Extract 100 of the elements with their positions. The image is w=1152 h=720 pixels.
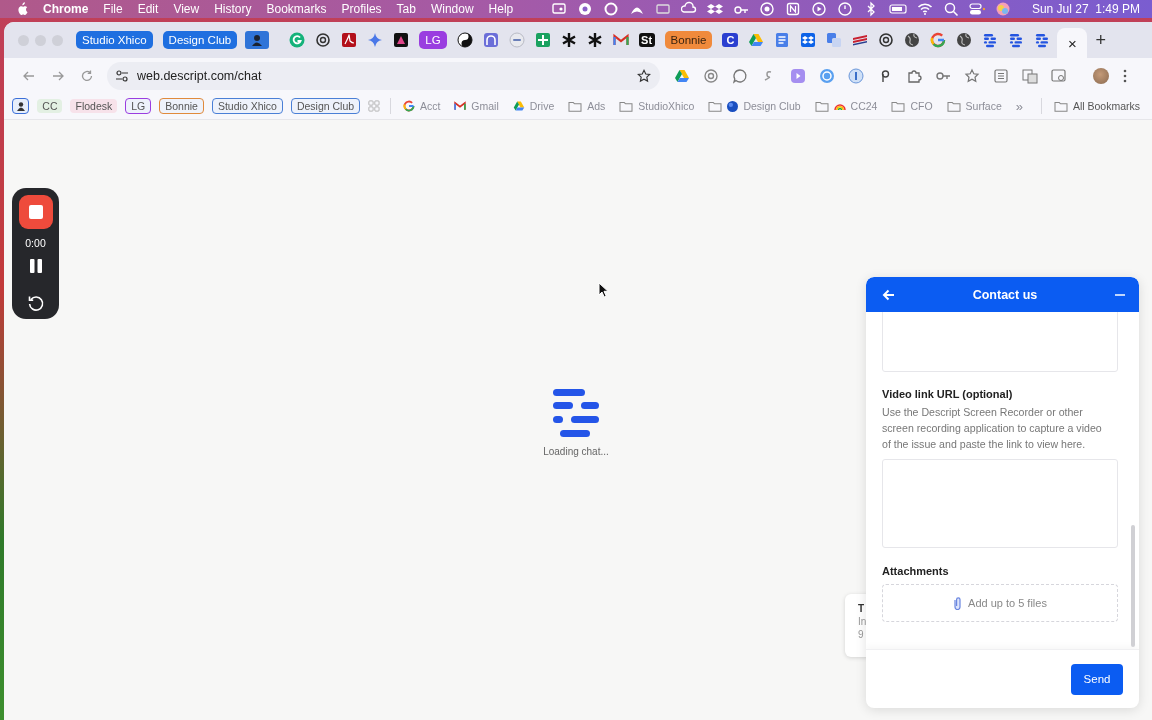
bookmark-chip[interactable]: Design Club — [290, 98, 361, 114]
address-bar[interactable]: web.descript.com/chat — [107, 61, 660, 90]
notification-text: T — [858, 602, 866, 615]
bookmark-link[interactable]: Ads — [568, 100, 606, 112]
bookmark-link[interactable]: CC24 — [814, 100, 878, 112]
browser-tab[interactable]: St — [633, 26, 660, 54]
toggle-icon[interactable] — [968, 1, 985, 17]
profile-avatar[interactable] — [1093, 67, 1109, 84]
field-label: Video link URL (optional) — [882, 388, 1014, 400]
star-icon[interactable] — [637, 68, 651, 83]
folder-icon — [891, 100, 906, 112]
star-list-icon[interactable] — [964, 67, 980, 84]
tab-group-label[interactable]: Design Club — [162, 31, 238, 49]
menu-item[interactable]: Window — [430, 2, 474, 16]
back-arrow-icon[interactable] — [882, 288, 895, 301]
drive-icon — [512, 100, 525, 112]
dropbox-icon — [800, 32, 817, 48]
bookmark-link[interactable]: Drive — [512, 100, 555, 112]
close-tab-button[interactable]: × — [1068, 34, 1077, 52]
asterisk-icon — [586, 32, 603, 48]
bookmark-link[interactable]: Surface — [946, 100, 1002, 112]
reading-list-icon[interactable] — [993, 67, 1009, 84]
panel-title: Contact us — [971, 287, 1039, 302]
bookmark-link[interactable]: CFO — [891, 100, 933, 112]
bookmark-chip[interactable]: Bonnie — [159, 98, 204, 114]
stop-recording-button[interactable] — [18, 195, 53, 229]
field-label: Attachments — [882, 565, 950, 577]
doc-icon — [774, 32, 791, 48]
google-icon — [402, 100, 415, 112]
menu-item[interactable]: Bookmarks — [266, 2, 327, 16]
wifi-icon[interactable] — [916, 1, 933, 17]
field-help-text: Use the Descript Screen Recorder or other screen recording application to capture a video of the issue and paste the link to view here. — [882, 405, 1103, 452]
bookmark-link[interactable]: Design Club — [708, 100, 801, 112]
send-button[interactable]: Send — [1071, 663, 1123, 695]
menu-item[interactable]: Tab — [396, 2, 416, 16]
screen-icon[interactable] — [550, 1, 567, 17]
orb-icon[interactable] — [994, 1, 1011, 17]
circle-icon[interactable] — [758, 1, 775, 17]
puzzle-icon[interactable] — [906, 67, 922, 84]
pdf-icon — [341, 32, 358, 48]
bookmark-link[interactable]: All Bookmarks — [1053, 100, 1140, 112]
chat-bubble-icon[interactable] — [732, 67, 748, 84]
menu-item[interactable]: History — [214, 2, 252, 16]
bookmark-chip[interactable]: Flodesk — [70, 99, 118, 113]
favicon-text: St — [638, 33, 655, 47]
play-icon[interactable] — [810, 1, 827, 17]
bookmark-link[interactable]: StudioXhico — [619, 100, 695, 112]
bookmark-link[interactable]: Gmail — [454, 100, 499, 112]
flag-icon — [852, 32, 869, 48]
menu-item[interactable]: Edit — [137, 2, 159, 16]
person-icon — [245, 31, 270, 49]
globe-dot-icon — [727, 100, 739, 112]
more-bookmarks-button[interactable]: » — [1015, 98, 1024, 114]
search-icon[interactable] — [942, 1, 959, 17]
menu-item[interactable]: File — [103, 2, 123, 16]
reload-icon[interactable] — [79, 68, 94, 83]
menu-item[interactable]: View — [173, 2, 200, 16]
grammarly-icon — [289, 32, 306, 48]
square-icon[interactable] — [784, 1, 801, 17]
circle-icon[interactable] — [848, 67, 864, 84]
battery-icon[interactable] — [888, 1, 907, 17]
pause-icon[interactable] — [28, 258, 43, 274]
gear-icon[interactable] — [576, 1, 593, 17]
gmail-icon — [612, 32, 629, 48]
cursor-icon — [598, 282, 609, 298]
dropbox-icon[interactable] — [706, 1, 723, 17]
window-icon[interactable] — [654, 1, 671, 17]
new-tab-button[interactable]: + — [1095, 29, 1106, 51]
ring-icon[interactable] — [819, 67, 835, 84]
google-icon — [930, 32, 947, 48]
tab-group-label[interactable]: Studio Xhico — [76, 31, 153, 49]
url-text: web.descript.com/chat — [137, 68, 263, 83]
screen-search-icon[interactable] — [1051, 67, 1067, 84]
tab-group-label[interactable]: Bonnie — [664, 31, 713, 49]
folder-icon — [568, 100, 583, 112]
globe-icon — [904, 32, 921, 48]
bookmark-chip[interactable]: LG — [125, 98, 152, 114]
translate-icon — [826, 32, 843, 48]
app-menu[interactable]: Chrome — [43, 2, 89, 16]
rainbow-icon — [833, 101, 846, 111]
clock-icon[interactable] — [836, 1, 853, 17]
menu-item[interactable]: Profiles — [341, 2, 382, 16]
site-settings-icon[interactable] — [115, 68, 129, 83]
bookmark-link[interactable]: Acct — [402, 100, 441, 112]
bookmark-chip[interactable]: Studio Xhico — [211, 98, 283, 114]
bookmark-chip[interactable]: CC — [37, 99, 63, 113]
ring-icon[interactable] — [602, 1, 619, 17]
browser-tab[interactable]: × — [1057, 28, 1088, 58]
restart-icon[interactable] — [26, 294, 45, 312]
drive-icon[interactable] — [674, 67, 690, 84]
scrollbar[interactable] — [1131, 525, 1135, 647]
translate-icon[interactable] — [1022, 67, 1038, 84]
browser-tab[interactable]: C — [717, 26, 744, 54]
play-icon[interactable] — [790, 67, 806, 84]
person-bookmark[interactable] — [12, 98, 30, 114]
menu-item[interactable]: Help — [488, 2, 514, 16]
tab-group-label[interactable]: LG — [419, 31, 447, 49]
more-menu-icon[interactable] — [1123, 68, 1127, 83]
menubar-clock[interactable]: Sun Jul 27 1:49 PM — [1031, 2, 1140, 16]
file-dropzone[interactable]: Add up to 5 files — [882, 584, 1118, 622]
